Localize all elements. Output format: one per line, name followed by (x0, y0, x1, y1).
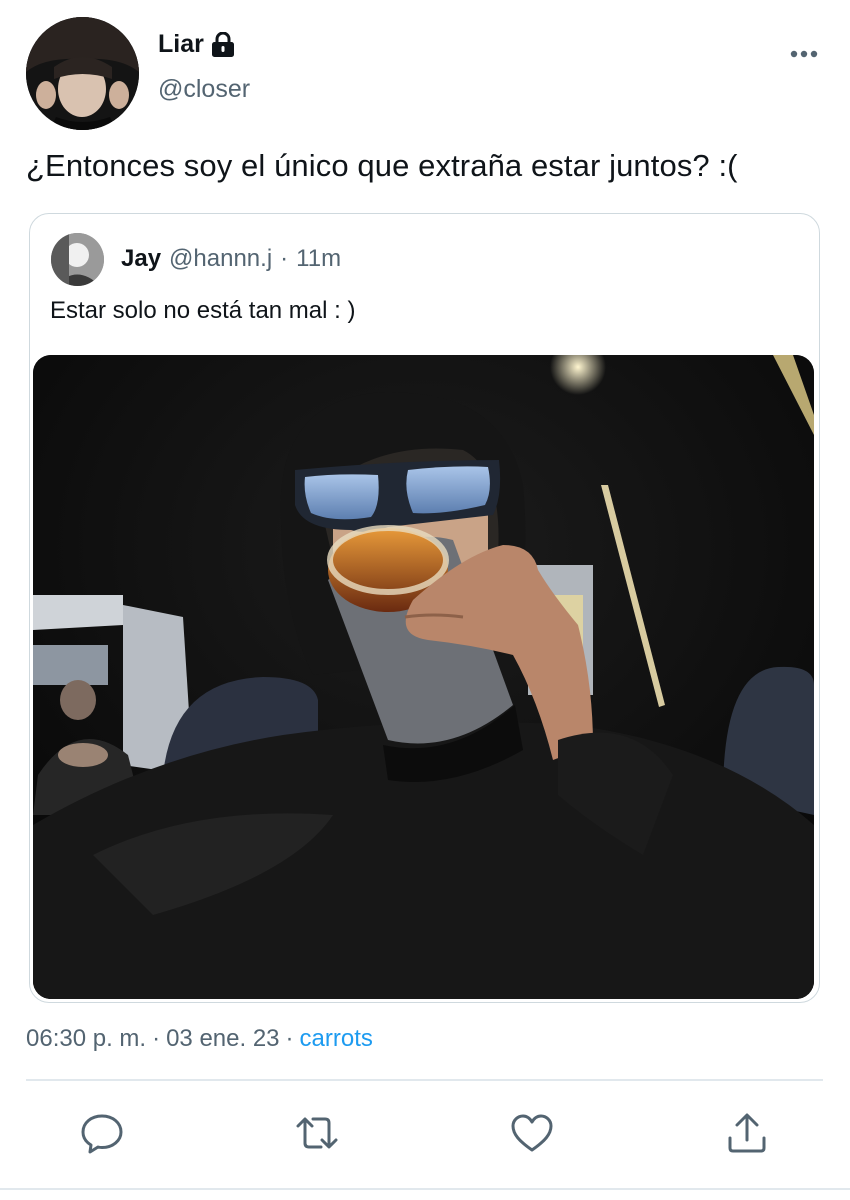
meta-separator: · (285, 1025, 294, 1052)
author-handle[interactable]: @closer (158, 75, 250, 104)
quoted-display-name[interactable]: Jay (121, 245, 161, 273)
tweet-date[interactable]: 03 ene. 23 (166, 1025, 279, 1053)
meta-separator: · (152, 1025, 161, 1052)
like-button[interactable] (509, 1110, 555, 1156)
quoted-author-avatar[interactable] (51, 233, 104, 286)
retweet-icon (296, 1117, 338, 1149)
quoted-timestamp[interactable]: 11m (296, 245, 341, 273)
retweet-button[interactable] (294, 1110, 340, 1156)
share-icon (728, 1113, 766, 1153)
tweet-meta: 06:30 p. m. · 03 ene. 23 · carrots (26, 1025, 373, 1053)
lock-icon (211, 31, 235, 58)
quoted-text: Estar solo no está tan mal : ) (50, 297, 356, 324)
quoted-tweet-card[interactable]: Jay @hannn.j · 11m Estar solo no está ta… (29, 213, 820, 1003)
quoted-separator: · (280, 245, 289, 272)
reply-icon (81, 1114, 123, 1154)
reply-button[interactable] (79, 1110, 125, 1156)
author-name-row[interactable]: Liar (158, 30, 235, 59)
author-display-name[interactable]: Liar (158, 30, 204, 59)
divider (0, 1188, 850, 1190)
more-options-icon[interactable] (787, 44, 821, 64)
tweet-text: ¿Entonces soy el único que extraña estar… (26, 148, 738, 183)
share-button[interactable] (724, 1110, 770, 1156)
author-avatar[interactable] (26, 17, 139, 130)
tweet-time[interactable]: 06:30 p. m. (26, 1025, 146, 1053)
quoted-header: Jay @hannn.j · 11m (121, 245, 341, 273)
divider (26, 1079, 823, 1081)
tweet-source-link[interactable]: carrots (300, 1025, 373, 1053)
quoted-handle[interactable]: @hannn.j (169, 245, 272, 273)
quoted-photo[interactable] (33, 355, 814, 999)
like-icon (511, 1114, 553, 1152)
